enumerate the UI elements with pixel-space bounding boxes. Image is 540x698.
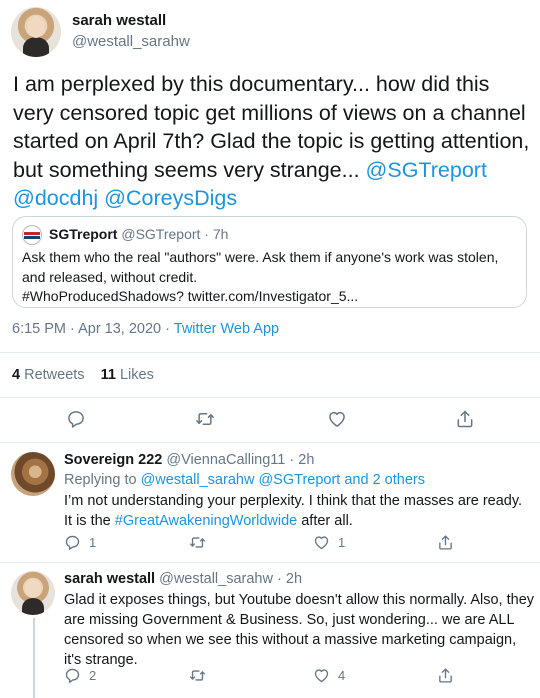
- reply-button[interactable]: [66, 409, 86, 429]
- reply-time[interactable]: 2h: [298, 452, 314, 468]
- reply-like-button[interactable]: 4: [313, 667, 345, 684]
- reply-author-handle[interactable]: @ViennaCalling11: [166, 452, 285, 468]
- reply-like-button[interactable]: 1: [313, 534, 345, 551]
- like-icon: [329, 411, 345, 427]
- quoted-author-avatar: [22, 225, 42, 245]
- share-icon: [439, 668, 452, 683]
- quoted-tweet[interactable]: SGTreport @SGTreport · 7h Ask them who t…: [12, 216, 527, 308]
- author-handle[interactable]: @westall_sarahw: [72, 33, 190, 50]
- reply-share-button[interactable]: [437, 534, 454, 551]
- mention-link[interactable]: @SGTreport: [366, 158, 487, 182]
- likes-stat[interactable]: 11 Likes: [101, 367, 154, 383]
- quoted-text-body: Ask them who the real "authors" were. As…: [22, 249, 499, 285]
- retweet-icon: [189, 537, 206, 548]
- like-icon: [314, 536, 329, 550]
- quoted-time: 7h: [212, 226, 229, 242]
- quoted-url: twitter.com/Investigator_5...: [187, 288, 359, 304]
- reply-text: Glad it exposes things, but Youtube does…: [64, 592, 535, 668]
- like-count: 1: [338, 535, 346, 550]
- reply-text-tail: after all.: [297, 513, 353, 529]
- author-name[interactable]: sarah westall: [72, 12, 166, 29]
- like-icon: [314, 669, 329, 683]
- reply-count: 2: [89, 668, 97, 683]
- share-icon: [457, 410, 473, 428]
- reply-time[interactable]: 2h: [286, 571, 302, 587]
- tweet-text: I am perplexed by this documentary... ho…: [13, 70, 533, 213]
- share-icon: [439, 535, 452, 550]
- retweet-button[interactable]: [194, 409, 216, 429]
- reply-count: 1: [89, 535, 97, 550]
- retweets-label: Retweets: [24, 367, 85, 383]
- replying-to-label: Replying to: [64, 472, 137, 488]
- reply-reply-button[interactable]: 2: [64, 667, 96, 684]
- reply-icon: [65, 535, 80, 550]
- retweets-count: 4: [12, 367, 21, 383]
- quoted-text: Ask them who the real "authors" were. As…: [22, 248, 520, 307]
- reply-share-button[interactable]: [437, 667, 454, 684]
- reply-author-name[interactable]: Sovereign 222: [64, 452, 162, 468]
- reply-author-handle[interactable]: @westall_sarahw: [159, 571, 273, 587]
- retweets-stat[interactable]: 4 Retweets: [12, 367, 89, 383]
- quoted-hashtag: #WhoProducedShadows?: [22, 288, 184, 304]
- tweet-source[interactable]: Twitter Web App: [174, 321, 279, 337]
- reply-hashtag[interactable]: #GreatAwakeningWorldwide: [115, 513, 297, 529]
- quoted-author-name: SGTreport: [49, 226, 118, 242]
- like-button[interactable]: [327, 409, 347, 429]
- likes-count: 11: [100, 367, 116, 383]
- author-avatar[interactable]: [11, 7, 61, 57]
- reply-icon: [65, 668, 80, 683]
- reply-author-avatar[interactable]: [11, 452, 55, 496]
- share-button[interactable]: [455, 409, 475, 429]
- retweet-icon: [196, 413, 214, 425]
- reply-reply-button[interactable]: 1: [64, 534, 96, 551]
- replying-to-users[interactable]: @westall_sarahw @SGTreport and 2 others: [141, 472, 425, 488]
- reply-text: I’m not understanding your perplexity. I…: [64, 491, 534, 531]
- likes-label: Likes: [119, 367, 154, 383]
- like-count: 4: [338, 668, 346, 683]
- tweet-timestamp[interactable]: 6:15 PM · Apr 13, 2020: [12, 321, 161, 337]
- reply-retweet-button[interactable]: [188, 534, 207, 551]
- reply-retweet-button[interactable]: [188, 667, 207, 684]
- retweet-icon: [189, 670, 206, 681]
- reply-author-avatar[interactable]: [11, 571, 55, 615]
- reply-author-name[interactable]: sarah westall: [64, 571, 155, 587]
- mention-link[interactable]: @CoreysDigs: [104, 186, 237, 210]
- thread-line: [33, 618, 35, 698]
- reply-icon: [68, 411, 84, 428]
- mention-link[interactable]: @docdhj: [13, 186, 98, 210]
- quoted-author-handle: @SGTreport: [121, 226, 201, 242]
